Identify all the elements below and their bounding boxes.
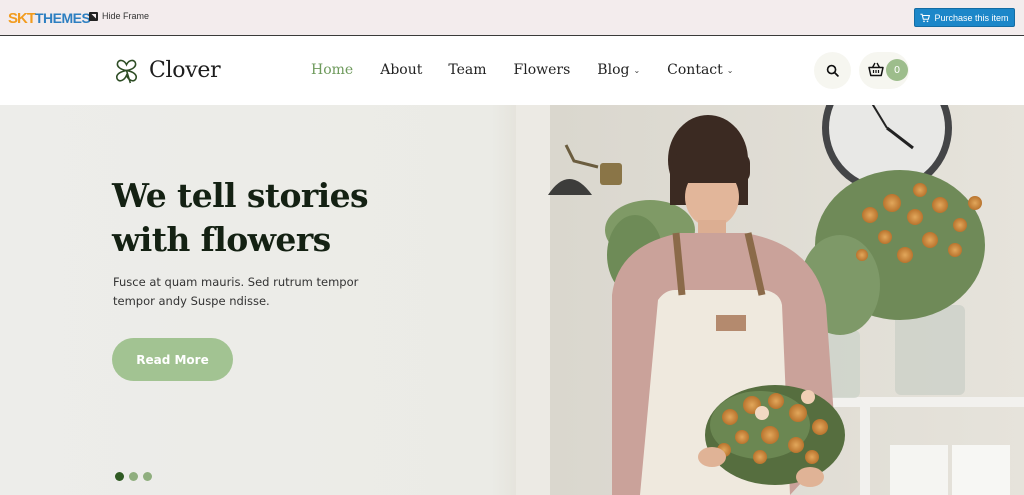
slider-pagination bbox=[115, 472, 152, 481]
nav-label: Flowers bbox=[513, 62, 571, 78]
nav-label: Team bbox=[448, 62, 487, 78]
nav-label: Home bbox=[311, 62, 354, 78]
hero-title-line-1: We tell stories bbox=[112, 176, 369, 215]
demo-frame-bar: SKT THEMES Hide Frame Purchase this item bbox=[0, 0, 1024, 36]
read-more-button[interactable]: Read More bbox=[112, 338, 233, 381]
cart-count-badge: 0 bbox=[886, 59, 908, 81]
purchase-label: Purchase this item bbox=[934, 12, 1009, 23]
nav-item-team[interactable]: Team bbox=[448, 62, 486, 78]
hide-frame-button[interactable]: Hide Frame bbox=[89, 11, 149, 21]
nav-item-contact[interactable]: Contact ⌄ bbox=[667, 62, 733, 78]
main-nav: Home About Team Flowers Blog ⌄ Contact ⌄ bbox=[311, 60, 733, 80]
cart-icon bbox=[920, 13, 931, 22]
logo-text: Clover bbox=[149, 58, 221, 83]
basket-icon bbox=[868, 62, 884, 77]
slider-dot-3[interactable] bbox=[143, 472, 152, 481]
nav-label: Contact bbox=[667, 62, 723, 78]
sktthemes-logo[interactable]: SKT THEMES bbox=[8, 9, 91, 27]
brand-skt: SKT bbox=[8, 9, 36, 27]
hero-title-line-2: with flowers bbox=[112, 220, 331, 259]
hide-frame-label: Hide Frame bbox=[102, 11, 150, 21]
search-button[interactable] bbox=[814, 52, 851, 89]
collapse-icon bbox=[89, 11, 98, 21]
hero-slider: We tell stories with flowers Fusce at qu… bbox=[0, 105, 1024, 495]
nav-label: Blog bbox=[597, 62, 630, 78]
nav-item-flowers[interactable]: Flowers bbox=[514, 62, 571, 78]
hero-description: Fusce at quam mauris. Sed rutrum tempor … bbox=[113, 275, 359, 308]
hero-title: We tell stories with flowers bbox=[112, 174, 442, 262]
search-icon bbox=[826, 64, 839, 77]
slider-dot-1[interactable] bbox=[115, 472, 124, 481]
cart-button[interactable]: 0 bbox=[859, 52, 909, 89]
clover-leaf-icon bbox=[116, 59, 137, 84]
chevron-down-icon: ⌄ bbox=[633, 65, 641, 75]
nav-label: About bbox=[380, 62, 423, 78]
nav-item-home[interactable]: Home bbox=[311, 62, 353, 78]
chevron-down-icon: ⌄ bbox=[726, 65, 734, 75]
nav-item-blog[interactable]: Blog ⌄ bbox=[597, 62, 640, 78]
nav-item-about[interactable]: About bbox=[380, 62, 422, 78]
slider-dot-2[interactable] bbox=[129, 472, 138, 481]
site-logo[interactable]: Clover bbox=[112, 57, 221, 84]
site-header: Clover Home About Team Flowers Blog ⌄ Con… bbox=[0, 36, 1024, 105]
purchase-button[interactable]: Purchase this item bbox=[914, 8, 1015, 27]
brand-themes: THEMES bbox=[35, 10, 91, 26]
